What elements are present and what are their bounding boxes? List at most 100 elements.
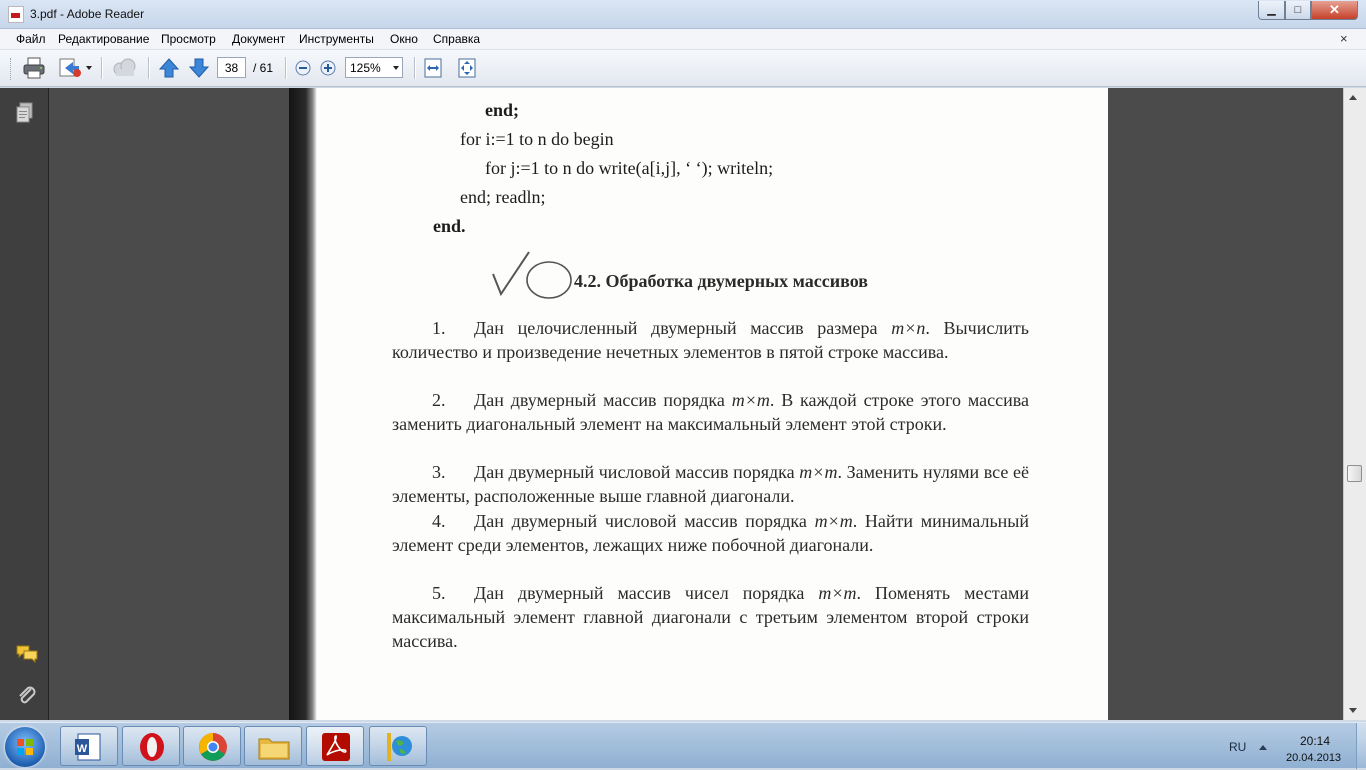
vertical-scrollbar[interactable]: [1343, 88, 1366, 720]
zoom-value: 125%: [350, 61, 381, 75]
handwritten-checkmark: [492, 251, 572, 299]
chrome-icon: [199, 733, 227, 761]
start-button[interactable]: [5, 727, 45, 767]
task-math: m×m: [731, 390, 770, 410]
task-text: Дан двумерный числовой массив порядка: [474, 462, 795, 482]
scroll-down-icon[interactable]: [1349, 708, 1357, 713]
task-text: Дан двумерный массив чисел порядка: [474, 583, 805, 603]
task-math: m×m: [818, 583, 857, 603]
print-button[interactable]: [21, 56, 47, 80]
attachments-panel-button[interactable]: [15, 684, 39, 706]
toolbar-separator: [148, 57, 149, 79]
task-item: 5. Дан двумерный массив чисел порядка m×m…: [392, 581, 1029, 653]
zoom-out-button[interactable]: [293, 56, 313, 80]
zoom-select[interactable]: 125%: [345, 57, 403, 78]
pages-icon: [16, 102, 33, 123]
maximize-button[interactable]: □: [1285, 1, 1311, 20]
toolbar-separator: [285, 57, 286, 79]
menu-tools[interactable]: Инструменты: [299, 32, 374, 46]
adobe-reader-icon: [322, 733, 350, 761]
task-text: Дан двумерный массив порядка: [474, 390, 725, 410]
minimize-icon: ▁: [1267, 4, 1276, 16]
show-hidden-icons-icon[interactable]: [1259, 745, 1267, 750]
printer-icon: [23, 57, 45, 79]
taskbar-word[interactable]: W: [60, 726, 118, 766]
task-number: 4.: [432, 511, 446, 531]
task-math: m×m: [814, 511, 853, 531]
fit-width-icon: [424, 58, 442, 78]
toolbar-separator: [414, 57, 415, 79]
adobe-reader-window: 3.pdf - Adobe Reader ▁ □ ✕ Файл Редактир…: [0, 0, 1366, 769]
task-item: 3. Дан двумерный числовой массив порядка …: [392, 460, 1029, 508]
page-total: / 61: [253, 61, 274, 75]
menu-edit[interactable]: Редактирование: [58, 32, 149, 46]
toolbar: / 61: [0, 50, 1366, 87]
attachments-icon: [19, 686, 36, 704]
taskbar: W RU 20:14 20.04.2013: [0, 722, 1366, 769]
close-button[interactable]: ✕: [1311, 1, 1358, 20]
menu-view[interactable]: Просмотр: [161, 32, 216, 46]
pages-panel-button[interactable]: [15, 102, 35, 124]
clock-time[interactable]: 20:14: [1300, 734, 1330, 748]
explorer-icon: [258, 738, 290, 760]
close-icon: ✕: [1329, 2, 1340, 17]
taskbar-opera[interactable]: [122, 726, 180, 766]
title-bar: 3.pdf - Adobe Reader ▁ □ ✕: [0, 0, 1366, 29]
share-icon: [59, 58, 92, 77]
task-number: 5.: [432, 583, 446, 603]
comments-panel-button[interactable]: [15, 643, 39, 665]
svg-text:W: W: [77, 743, 88, 755]
zoom-in-icon: [320, 60, 336, 76]
taskbar-explorer[interactable]: [244, 726, 302, 766]
cloud-button[interactable]: [110, 56, 140, 80]
opera-icon: [140, 733, 164, 761]
scrollbar-thumb[interactable]: [1347, 465, 1362, 482]
fit-width-button[interactable]: [421, 56, 445, 80]
toolbar-grip: [10, 58, 13, 80]
windows-logo-icon: [17, 739, 33, 755]
pdf-file-icon: [8, 6, 24, 23]
document-close-icon[interactable]: ×: [1340, 31, 1348, 46]
previous-page-button[interactable]: [157, 56, 181, 80]
up-arrow-icon: [158, 58, 180, 78]
taskbar-chrome[interactable]: [183, 726, 241, 766]
comments-icon: [16, 645, 38, 664]
task-text: Дан целочисленный двумерный массив разме…: [474, 318, 878, 338]
globe-app-icon: [387, 733, 412, 761]
task-item: 1. Дан целочисленный двумерный массив раз…: [392, 316, 1029, 364]
document-viewer[interactable]: end; for i:=1 to n do begin for j:=1 to …: [49, 88, 1343, 720]
task-number: 3.: [432, 462, 446, 482]
section-title: Обработка двумерных массивов: [605, 271, 869, 291]
task-math: m×n: [891, 318, 926, 338]
fit-page-icon: [458, 58, 476, 78]
scroll-up-icon[interactable]: [1349, 95, 1357, 100]
taskbar-globe-app[interactable]: [369, 726, 427, 766]
menu-file[interactable]: Файл: [16, 32, 46, 46]
task-math: m×m: [799, 462, 838, 482]
menu-help[interactable]: Справка: [433, 32, 480, 46]
section-number: 4.2.: [574, 271, 601, 291]
next-page-button[interactable]: [187, 56, 211, 80]
language-indicator[interactable]: RU: [1229, 740, 1246, 754]
taskbar-adobe-reader[interactable]: [306, 726, 364, 766]
menu-window[interactable]: Окно: [390, 32, 418, 46]
menu-document[interactable]: Документ: [232, 32, 285, 46]
window-title: 3.pdf - Adobe Reader: [30, 7, 145, 21]
page-number-input[interactable]: [217, 57, 246, 78]
pdf-page: end; for i:=1 to n do begin for j:=1 to …: [289, 88, 1108, 720]
code-line: end.: [433, 216, 466, 236]
minimize-button[interactable]: ▁: [1258, 1, 1285, 20]
show-desktop-button[interactable]: [1356, 723, 1366, 769]
code-line: end; readln;: [460, 187, 546, 207]
fit-page-button[interactable]: [455, 56, 479, 80]
clock-date[interactable]: 20.04.2013: [1286, 752, 1341, 764]
page-binding-shadow: [289, 88, 317, 720]
task-item: 4. Дан двумерный числовой массив порядка …: [392, 509, 1029, 557]
code-line: for i:=1 to n do begin: [460, 129, 614, 149]
section-heading: 4.2. Обработка двумерных массивов: [574, 271, 868, 292]
zoom-in-button[interactable]: [318, 56, 338, 80]
share-button[interactable]: [57, 56, 95, 80]
code-line: end;: [485, 100, 520, 120]
down-arrow-icon: [188, 58, 210, 78]
chevron-down-icon: [393, 66, 399, 70]
